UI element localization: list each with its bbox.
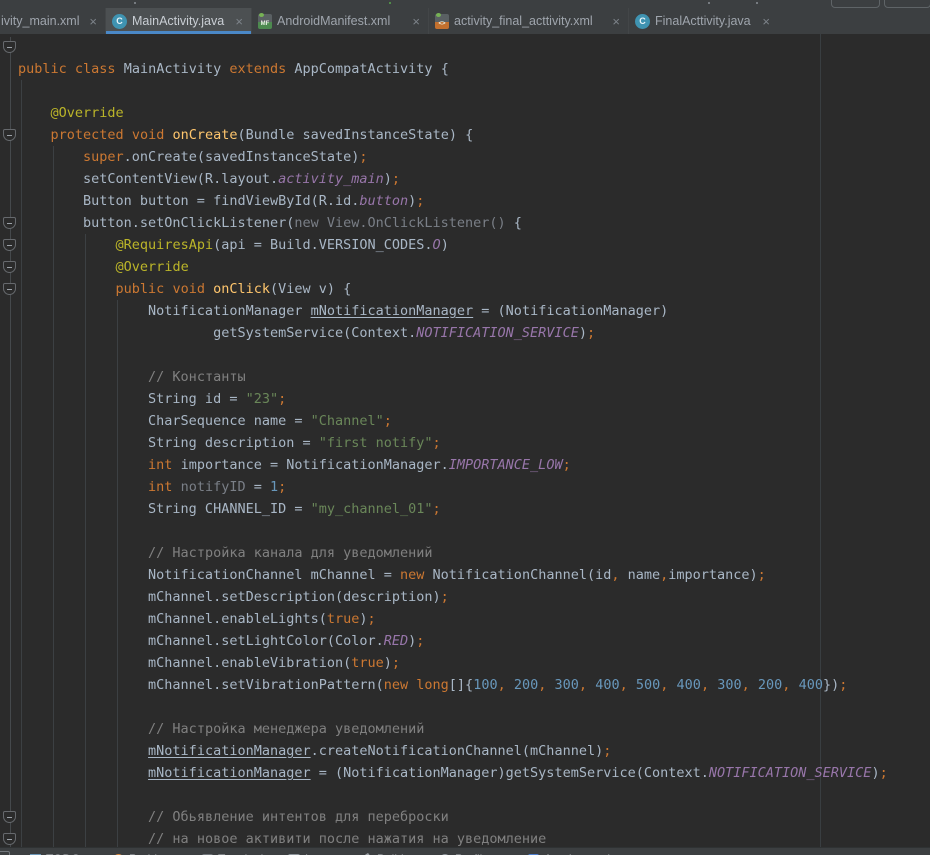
code-line[interactable]: public class MainActivity extends AppCom…: [18, 58, 888, 80]
layout-xml-file-icon: <>: [435, 14, 449, 29]
code-line[interactable]: NotificationManager mNotificationManager…: [18, 300, 888, 322]
run-configuration-button[interactable]: [831, 0, 880, 8]
code-editor[interactable]: public class MainActivity extends AppCom…: [0, 34, 930, 855]
code-line[interactable]: @Override: [18, 256, 888, 278]
tool-window-bar: TODOProblemsTerminalLogcatBuildProfilerA…: [0, 847, 930, 855]
code-line[interactable]: String CHANNEL_ID = "my_channel_01";: [18, 498, 888, 520]
code-line[interactable]: mChannel.setDescription(description);: [18, 586, 888, 608]
code-line[interactable]: // Константы: [18, 366, 888, 388]
tab-close-icon[interactable]: ×: [410, 15, 422, 28]
gutter-fold-line: [10, 37, 11, 855]
code-line[interactable]: CharSequence name = "Channel";: [18, 410, 888, 432]
tool-window-stripe-icon[interactable]: [0, 851, 10, 855]
code-line[interactable]: mNotificationManager.createNotificationC…: [18, 740, 888, 762]
tab-label: AndroidManifest.xml: [277, 14, 390, 28]
code-line[interactable]: mChannel.enableVibration(true);: [18, 652, 888, 674]
tab-close-icon[interactable]: ×: [760, 15, 772, 28]
fold-marker-icon[interactable]: [3, 283, 16, 295]
toolbar-icon: [756, 2, 758, 4]
ide-window: ivity_main.xml × C MainActivity.java × MF Andr…: [0, 0, 930, 855]
code-line[interactable]: // Настройка канала для уведомлений: [18, 542, 888, 564]
tab-activity-final-acttivity-xml[interactable]: <> activity_final_acttivity.xml ×: [428, 8, 628, 34]
code-line[interactable]: // Обьявление интентов для переброски: [18, 806, 888, 828]
tab-close-icon[interactable]: ×: [233, 15, 245, 28]
tab-ivity-main-xml[interactable]: ivity_main.xml ×: [0, 8, 105, 34]
fold-marker-icon[interactable]: [3, 239, 16, 251]
device-selector-button[interactable]: [884, 0, 930, 8]
code-line[interactable]: public void onClick(View v) {: [18, 278, 888, 300]
code-line[interactable]: getSystemService(Context.NOTIFICATION_SE…: [18, 322, 888, 344]
fold-marker-icon[interactable]: [3, 833, 16, 845]
java-class-icon: C: [112, 14, 127, 29]
code-line[interactable]: NotificationChannel mChannel = new Notif…: [18, 564, 888, 586]
manifest-file-icon: MF: [258, 14, 272, 29]
toolbar-icon: [134, 2, 136, 4]
tab-label: ivity_main.xml: [1, 14, 80, 28]
code-line[interactable]: mChannel.setVibrationPattern(new long[]{…: [18, 674, 888, 696]
fold-marker-icon[interactable]: [3, 261, 16, 273]
code-line[interactable]: int notifyID = 1;: [18, 476, 888, 498]
code-line[interactable]: [18, 80, 888, 102]
code-line[interactable]: // Настройка менеджера уведомлений: [18, 718, 888, 740]
fold-marker-icon[interactable]: [3, 811, 16, 823]
tab-mainactivity-java[interactable]: C MainActivity.java ×: [105, 8, 251, 34]
tab-label: FinalActtivity.java: [655, 14, 751, 28]
tab-label: activity_final_acttivity.xml: [454, 14, 593, 28]
manifest-file-icon-text: MF: [258, 21, 272, 28]
tab-finalacttivity-java[interactable]: C FinalActtivity.java ×: [628, 8, 778, 34]
code-line[interactable]: protected void onCreate(Bundle savedInst…: [18, 124, 888, 146]
toolbar-icon: [708, 2, 710, 4]
code-line[interactable]: [18, 784, 888, 806]
code-line[interactable]: mChannel.setLightColor(Color.RED);: [18, 630, 888, 652]
code-line[interactable]: String id = "23";: [18, 388, 888, 410]
toolbar-icon: [389, 2, 391, 4]
code-line[interactable]: @RequiresApi(api = Build.VERSION_CODES.O…: [18, 234, 888, 256]
code-line[interactable]: @Override: [18, 102, 888, 124]
fold-marker-icon[interactable]: [3, 41, 16, 53]
tab-androidmanifest-xml[interactable]: MF AndroidManifest.xml ×: [251, 8, 428, 34]
code-line[interactable]: [18, 520, 888, 542]
code-line[interactable]: int importance = NotificationManager.IMP…: [18, 454, 888, 476]
code-line[interactable]: setContentView(R.layout.activity_main);: [18, 168, 888, 190]
editor-tab-bar: ivity_main.xml × C MainActivity.java × MF Andr…: [0, 8, 930, 34]
code-text-area[interactable]: public class MainActivity extends AppCom…: [18, 58, 888, 850]
tab-close-icon[interactable]: ×: [610, 15, 622, 28]
fold-marker-icon[interactable]: [3, 217, 16, 229]
code-line[interactable]: String description = "first notify";: [18, 432, 888, 454]
tab-close-icon[interactable]: ×: [87, 15, 99, 28]
layout-xml-file-icon-text: <>: [435, 21, 449, 28]
tab-label: MainActivity.java: [132, 14, 224, 28]
code-line[interactable]: mNotificationManager = (NotificationMana…: [18, 762, 888, 784]
code-line[interactable]: button.setOnClickListener(new View.OnCli…: [18, 212, 888, 234]
code-line[interactable]: [18, 344, 888, 366]
code-line[interactable]: super.onCreate(savedInstanceState);: [18, 146, 888, 168]
code-line[interactable]: [18, 696, 888, 718]
code-line[interactable]: Button button = findViewById(R.id.button…: [18, 190, 888, 212]
java-class-icon: C: [635, 14, 650, 29]
fold-marker-icon[interactable]: [3, 129, 16, 141]
code-line[interactable]: mChannel.enableLights(true);: [18, 608, 888, 630]
